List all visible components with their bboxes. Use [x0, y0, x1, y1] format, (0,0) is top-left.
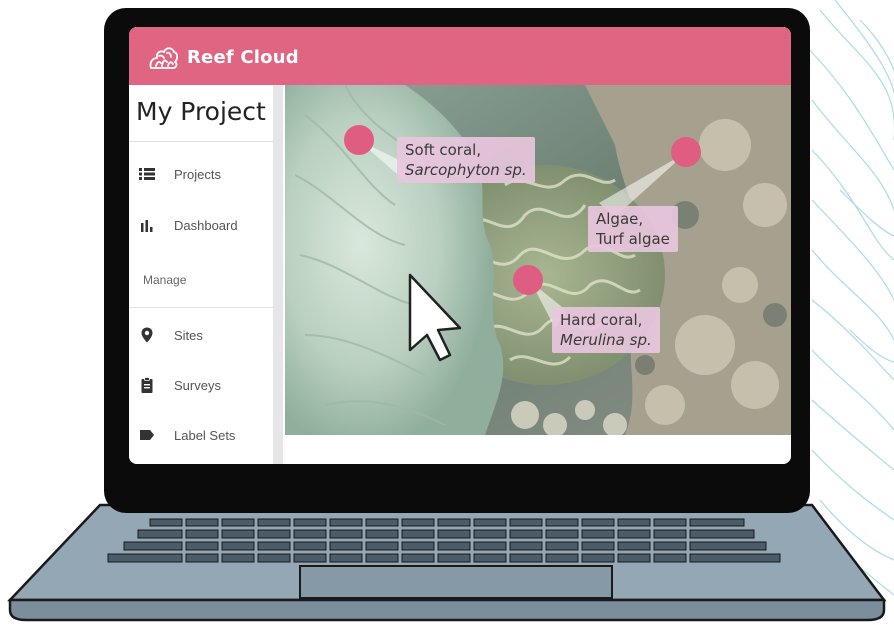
- annotation-species: Sarcophyton sp.: [405, 161, 527, 179]
- sidebar-item-projects[interactable]: Projects: [129, 154, 273, 194]
- annotation-label-hard-coral: Hard coral, Merulina sp.: [552, 307, 660, 353]
- divider: [129, 307, 273, 308]
- app-name: Reef Cloud: [187, 46, 299, 68]
- sidebar-item-sites[interactable]: Sites: [129, 315, 273, 355]
- brand[interactable]: Reef Cloud: [147, 43, 299, 71]
- app-screen: Reef Cloud My Project Projects Dashboard…: [129, 27, 791, 464]
- annotation-species: Merulina sp.: [560, 331, 652, 349]
- divider: [129, 141, 273, 142]
- map-pin-icon: [141, 327, 153, 343]
- sidebar-item-label: Sites: [174, 327, 203, 343]
- project-title: My Project: [136, 97, 266, 126]
- annotation-class: Hard coral,: [560, 311, 643, 329]
- annotation-label-algae: Algae, Turf algae: [588, 206, 678, 252]
- tag-icon: [140, 430, 154, 440]
- annotation-species: Turf algae: [596, 230, 670, 248]
- sidebar-item-label: Dashboard: [174, 217, 238, 233]
- sidebar-item-label: Label Sets: [174, 427, 236, 443]
- annotation-marker-algae[interactable]: [671, 137, 701, 167]
- sidebar: My Project Projects Dashboard Manage Sit…: [129, 85, 274, 464]
- bar-chart-icon: [141, 220, 153, 232]
- sidebar-item-dashboard[interactable]: Dashboard: [129, 205, 273, 245]
- sidebar-item-surveys[interactable]: Surveys: [129, 365, 273, 405]
- coral-logo-icon: [149, 47, 179, 69]
- trackpad: [299, 565, 613, 599]
- annotation-label-soft-coral: Soft coral, Sarcophyton sp.: [397, 137, 535, 183]
- clipboard-icon: [141, 377, 153, 393]
- annotation-class: Soft coral,: [405, 141, 482, 159]
- image-footer-area: [285, 435, 791, 464]
- annotation-class: Algae,: [596, 210, 644, 228]
- sidebar-item-label: Surveys: [174, 377, 221, 393]
- top-bar: Reef Cloud: [129, 27, 791, 85]
- annotation-marker-hard-coral[interactable]: [513, 265, 543, 295]
- sidebar-scrollbar[interactable]: [273, 85, 283, 464]
- annotation-marker-soft-coral[interactable]: [344, 125, 374, 155]
- sidebar-item-label: Projects: [174, 166, 221, 182]
- coral-image-viewer[interactable]: Soft coral, Sarcophyton sp. Algae, Turf …: [285, 85, 791, 435]
- section-label-manage: Manage: [143, 273, 187, 287]
- sidebar-item-label-sets[interactable]: Label Sets: [129, 415, 273, 455]
- list-icon: [139, 168, 155, 180]
